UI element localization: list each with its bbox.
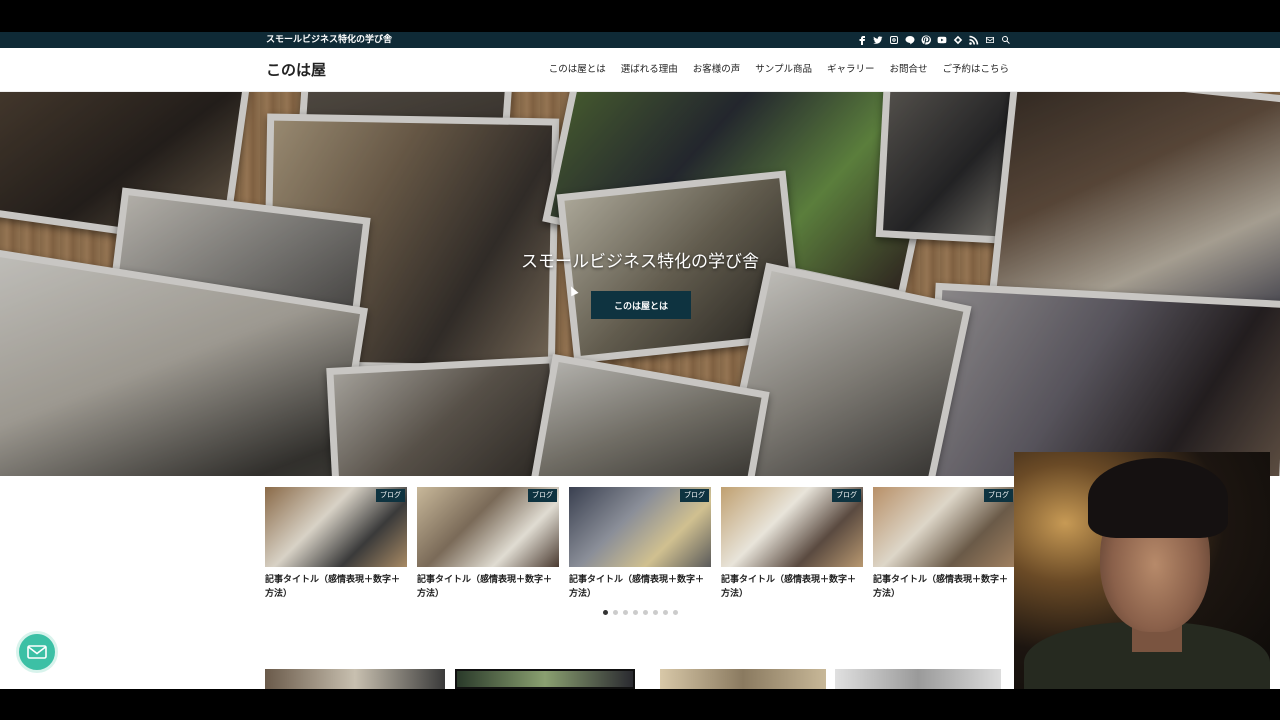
carousel-dot[interactable] (603, 610, 608, 615)
card-thumbnail[interactable]: ブログ (721, 487, 863, 567)
card-title[interactable]: 記事タイトル（感情表現＋数字＋方法） (265, 573, 407, 601)
card-category-badge: ブログ (376, 489, 405, 502)
mail-icon[interactable] (984, 34, 996, 46)
envelope-icon (27, 645, 47, 659)
card-category-badge: ブログ (680, 489, 709, 502)
gallery-thumbnail[interactable] (265, 669, 445, 689)
hero-title: スモールビジネス特化の学び舎 (521, 252, 759, 272)
nav-item-about[interactable]: このは屋とは (549, 63, 606, 77)
nav-item-reasons[interactable]: 選ばれる理由 (621, 63, 678, 77)
carousel-dot[interactable] (643, 610, 648, 615)
blog-card[interactable]: ブログ 記事タイトル（感情表現＋数字＋方法） (265, 487, 407, 601)
top-bar: スモールビジネス特化の学び舎 (0, 32, 1280, 48)
site-header: このは屋 このは屋とは 選ばれる理由 お客様の声 サンプル商品 ギャラリー お問… (0, 48, 1280, 92)
card-title[interactable]: 記事タイトル（感情表現＋数字＋方法） (721, 573, 863, 601)
youtube-icon[interactable] (936, 34, 948, 46)
card-title[interactable]: 記事タイトル（感情表現＋数字＋方法） (873, 573, 1015, 601)
carousel-dot[interactable] (653, 610, 658, 615)
blog-carousel: ブログ 記事タイトル（感情表現＋数字＋方法） ブログ 記事タイトル（感情表現＋数… (265, 487, 1025, 607)
card-thumbnail[interactable]: ブログ (417, 487, 559, 567)
card-thumbnail[interactable]: ブログ (873, 487, 1015, 567)
carousel-dot[interactable] (633, 610, 638, 615)
carousel-dot[interactable] (663, 610, 668, 615)
carousel-dot[interactable] (613, 610, 618, 615)
nav-item-contact[interactable]: お問合せ (889, 63, 927, 77)
letterbox-top (0, 0, 1280, 32)
social-links (856, 34, 1012, 46)
hero-overlay (0, 92, 1280, 476)
feedly-icon[interactable] (952, 34, 964, 46)
carousel-dots (603, 610, 678, 615)
webcam-overlay (1014, 452, 1270, 689)
card-category-badge: ブログ (832, 489, 861, 502)
nav-item-booking[interactable]: ご予約はこちら (942, 63, 1009, 77)
contact-mail-button[interactable] (16, 631, 58, 673)
carousel-dot[interactable] (623, 610, 628, 615)
search-icon[interactable] (1000, 34, 1012, 46)
card-thumbnail[interactable]: ブログ (569, 487, 711, 567)
pinterest-icon[interactable] (920, 34, 932, 46)
gallery-thumbnail[interactable] (660, 669, 826, 689)
site-logo[interactable]: このは屋 (266, 60, 326, 80)
nav-item-testimonials[interactable]: お客様の声 (693, 63, 741, 77)
letterbox-bottom (0, 689, 1280, 720)
gallery-thumbnail[interactable] (835, 669, 1001, 689)
main-nav: このは屋とは 選ばれる理由 お客様の声 サンプル商品 ギャラリー お問合せ ご予… (549, 63, 1009, 77)
card-title[interactable]: 記事タイトル（感情表現＋数字＋方法） (569, 573, 711, 601)
hero-about-button[interactable]: このは屋とは (591, 291, 691, 319)
blog-card[interactable]: ブログ 記事タイトル（感情表現＋数字＋方法） (569, 487, 711, 601)
card-title[interactable]: 記事タイトル（感情表現＋数字＋方法） (417, 573, 559, 601)
gallery-thumbnail[interactable] (455, 669, 635, 689)
nav-item-samples[interactable]: サンプル商品 (755, 63, 812, 77)
twitter-icon[interactable] (872, 34, 884, 46)
card-thumbnail[interactable]: ブログ (265, 487, 407, 567)
blog-card[interactable]: ブログ 記事タイトル（感情表現＋数字＋方法） (417, 487, 559, 601)
facebook-icon[interactable] (856, 34, 868, 46)
carousel-dot[interactable] (673, 610, 678, 615)
blog-card[interactable]: ブログ 記事タイトル（感情表現＋数字＋方法） (721, 487, 863, 601)
instagram-icon[interactable] (888, 34, 900, 46)
site-tagline: スモールビジネス特化の学び舎 (266, 35, 393, 45)
card-category-badge: ブログ (528, 489, 557, 502)
hero-banner: スモールビジネス特化の学び舎 このは屋とは (0, 92, 1280, 476)
line-icon[interactable] (904, 34, 916, 46)
screen: スモールビジネス特化の学び舎 このは屋 このは屋とは 選ばれる理由 お客様の声 (0, 0, 1280, 720)
card-category-badge: ブログ (984, 489, 1013, 502)
nav-item-gallery[interactable]: ギャラリー (827, 63, 875, 77)
gallery-row (265, 669, 1025, 689)
blog-card[interactable]: ブログ 記事タイトル（感情表現＋数字＋方法） (873, 487, 1015, 601)
rss-icon[interactable] (968, 34, 980, 46)
presenter-hair (1088, 458, 1228, 538)
